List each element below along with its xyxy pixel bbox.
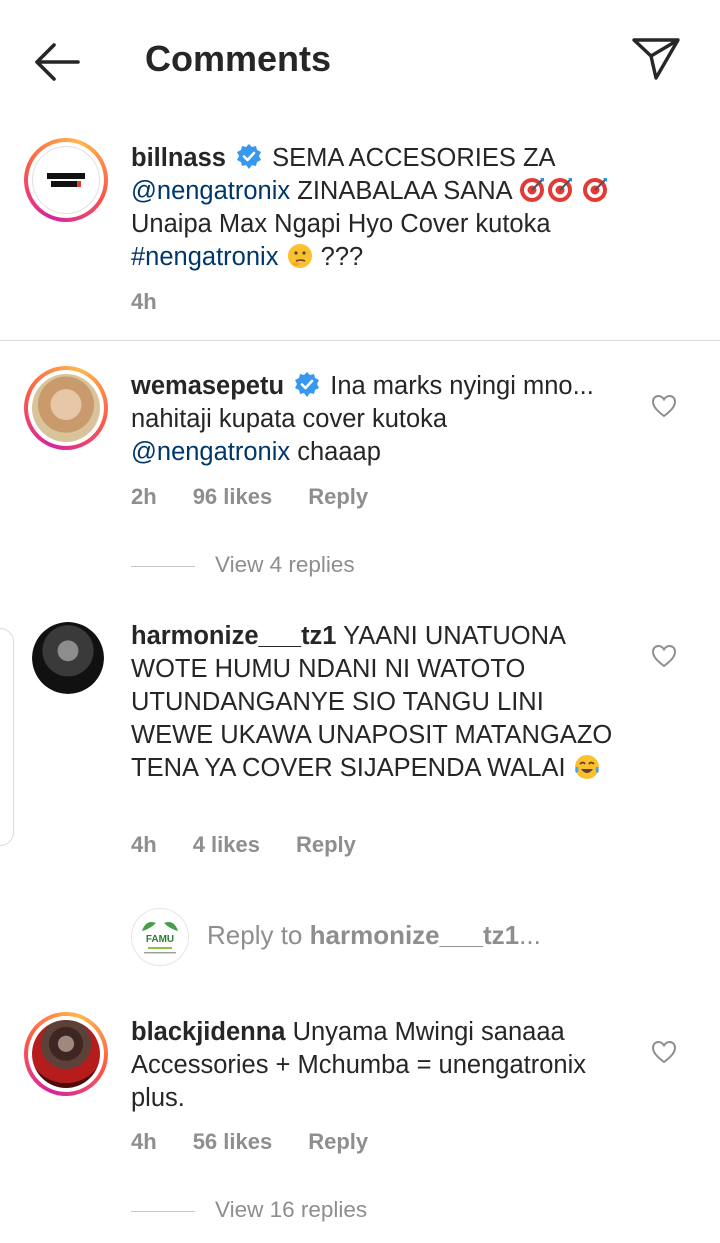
back-button[interactable] [30, 40, 82, 84]
comment-meta: 4h 56 likes Reply [131, 1129, 404, 1155]
reply-button[interactable]: Reply [308, 484, 368, 510]
reply-input[interactable]: Reply to harmonize___tz1... [207, 920, 541, 951]
verified-badge-icon [237, 144, 262, 169]
side-panel-edge [0, 628, 14, 846]
header-bar: Comments [0, 0, 720, 120]
comment-text: blackjidenna Unyama Mwingi sanaaa Access… [131, 1018, 586, 1112]
replies-line [131, 565, 195, 567]
comment-time: 4h [131, 832, 157, 857]
current-user-avatar: FAMU [131, 908, 189, 966]
heart-icon[interactable] [651, 1040, 677, 1064]
avatar-harmonize[interactable] [32, 622, 104, 694]
verified-badge-icon [295, 372, 320, 397]
reply-button[interactable]: Reply [308, 1129, 368, 1155]
comment-text: billnass SEMA ACCESORIES ZA @nengatronix… [131, 142, 631, 274]
avatar-blackjidenna[interactable] [24, 1012, 108, 1096]
reply-target-username: harmonize___tz1 [309, 920, 520, 950]
username[interactable]: harmonize___tz1 [131, 622, 337, 650]
paper-plane-icon [632, 38, 680, 80]
svg-text:FAMU: FAMU [146, 934, 174, 945]
like-count[interactable]: 96 likes [193, 484, 273, 510]
username[interactable]: wemasepetu [131, 372, 284, 400]
comment-meta: 4h [131, 289, 193, 315]
nenga-tronix-logo-icon [45, 171, 87, 189]
reply-composer: FAMU Reply to harmonize___tz1... [131, 906, 691, 966]
avatar-billnass[interactable] [24, 138, 108, 222]
comment-meta: 2h 96 likes Reply [131, 484, 404, 510]
view-replies-button[interactable]: View 16 replies [131, 1197, 367, 1223]
like-count[interactable]: 4 likes [193, 832, 260, 858]
comment-text: harmonize___tz1 YAANI UNATUONA WOTE HUMU… [131, 622, 613, 782]
tears-of-joy-emoji-icon [574, 755, 599, 779]
famu-logo-icon: FAMU [142, 922, 178, 954]
mention-link[interactable]: @nengatronix [131, 177, 290, 205]
thinking-face-emoji-icon [287, 244, 312, 268]
caption-divider [0, 340, 720, 341]
view-replies-button[interactable]: View 4 replies [131, 552, 355, 578]
comment-time: 4h [131, 289, 157, 314]
avatar-wemasepetu[interactable] [24, 366, 108, 450]
comment-time: 2h [131, 484, 157, 509]
comment-meta: 4h 4 likes Reply [131, 832, 392, 858]
username[interactable]: billnass [131, 144, 226, 172]
username[interactable]: blackjidenna [131, 1018, 285, 1046]
page-title: Comments [145, 38, 332, 79]
share-button[interactable] [630, 36, 682, 82]
comment-text: wemasepetu Ina marks nyingi mno... nahit… [131, 372, 594, 466]
direct-hit-emoji-icon [583, 178, 608, 202]
reply-button[interactable]: Reply [296, 832, 356, 858]
heart-icon[interactable] [651, 394, 677, 418]
hashtag-link[interactable]: #nengatronix [131, 243, 278, 271]
like-count[interactable]: 56 likes [193, 1129, 273, 1155]
arrow-left-icon [35, 43, 80, 81]
heart-icon[interactable] [651, 644, 677, 668]
comment-time: 4h [131, 1129, 157, 1154]
replies-line [131, 1210, 195, 1212]
direct-hit-emoji-icon [520, 178, 545, 202]
direct-hit-emoji-icon [548, 178, 573, 202]
mention-link[interactable]: @nengatronix [131, 438, 290, 466]
